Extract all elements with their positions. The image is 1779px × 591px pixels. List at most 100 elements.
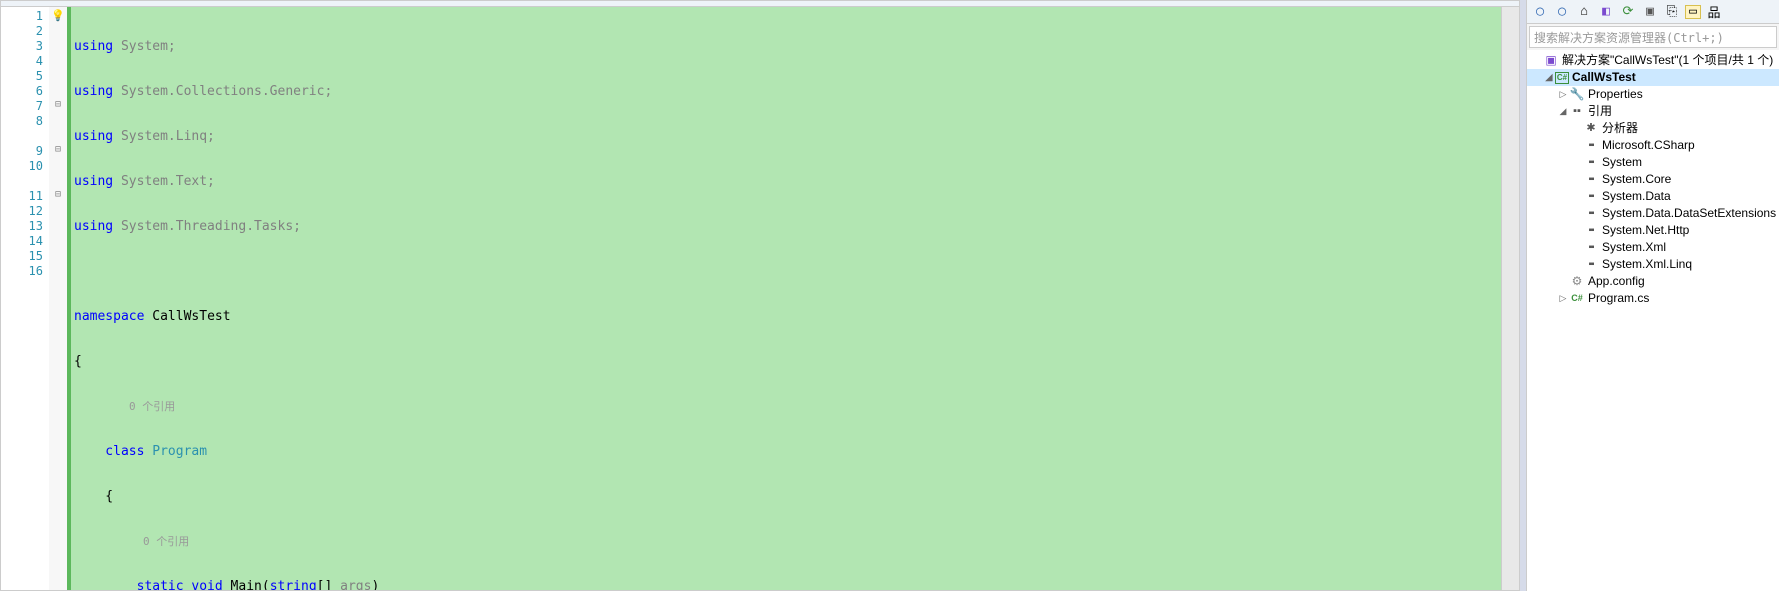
indicator-margin: 💡 ⊟ ⊟ ⊟: [49, 7, 67, 590]
line-number-gutter: 1 2 3 4 5 6 7 8 9 10 11 12 13 14 15 16: [1, 7, 49, 590]
code-text: CallWsTest: [144, 309, 230, 324]
expander-icon[interactable]: [1531, 52, 1543, 69]
kw-class: class: [74, 444, 152, 459]
search-placeholder: 搜索解决方案资源管理器(Ctrl+;): [1534, 29, 1724, 46]
collapse-all-icon[interactable]: 品: [1705, 3, 1723, 21]
line-num: 5: [1, 69, 43, 84]
assembly-icon: ▪▪: [1583, 156, 1599, 170]
properties-icon[interactable]: ◧: [1597, 3, 1615, 21]
ref-label: System.Net.Http: [1602, 222, 1689, 239]
properties-label: Properties: [1588, 86, 1643, 103]
assembly-icon: ▪▪: [1583, 258, 1599, 272]
solution-explorer: ◯ ◯ ⌂ ◧ ⟳ ▣ ⎘ ▭ 品 搜索解决方案资源管理器(Ctrl+;) ▣ …: [1526, 0, 1779, 591]
line-num: 8: [1, 114, 43, 129]
ref-label: System.Xml: [1602, 239, 1666, 256]
brace: {: [71, 354, 1501, 369]
code-text: System.Collections.Generic;: [113, 84, 332, 99]
ref-label: System: [1602, 154, 1642, 171]
fold-icon[interactable]: ⊟: [49, 144, 67, 159]
line-num: 6: [1, 84, 43, 99]
properties-node[interactable]: ▷ 🔧 Properties: [1527, 86, 1779, 103]
analyzer-node[interactable]: ✱ 分析器: [1527, 120, 1779, 137]
analyzer-label: 分析器: [1602, 120, 1638, 137]
project-node[interactable]: ◢ C# CallWsTest: [1527, 69, 1779, 86]
code-text: System;: [113, 39, 176, 54]
appconfig-label: App.config: [1588, 273, 1645, 290]
ref-label: System.Data.DataSetExtensions: [1602, 205, 1776, 222]
solution-node[interactable]: ▣ 解决方案"CallWsTest"(1 个项目/共 1 个): [1527, 52, 1779, 69]
cs-file-icon: C#: [1569, 292, 1585, 306]
sync-icon[interactable]: ⟳: [1619, 3, 1637, 21]
line-num: 12: [1, 204, 43, 219]
code-text: System.Text;: [113, 174, 215, 189]
code-content[interactable]: using System; using System.Collections.G…: [71, 7, 1501, 590]
reference-item[interactable]: ▪▪System.Data: [1527, 188, 1779, 205]
programcs-node[interactable]: ▷ C# Program.cs: [1527, 290, 1779, 307]
solution-label: 解决方案"CallWsTest"(1 个项目/共 1 个): [1562, 52, 1773, 69]
reference-item[interactable]: ▪▪System: [1527, 154, 1779, 171]
expander-icon[interactable]: ◢: [1543, 69, 1555, 86]
line-num: 9: [1, 144, 43, 159]
reference-item[interactable]: ▪▪System.Net.Http: [1527, 222, 1779, 239]
ref-label: System.Core: [1602, 171, 1671, 188]
line-num: 10: [1, 159, 43, 174]
csproj-icon: C#: [1555, 72, 1569, 84]
kw-namespace: namespace: [74, 309, 144, 324]
kw-using: using: [74, 84, 113, 99]
reference-item[interactable]: ▪▪Microsoft.CSharp: [1527, 137, 1779, 154]
expander-icon[interactable]: ▷: [1557, 86, 1569, 103]
line-num: 14: [1, 234, 43, 249]
method-main: Main: [231, 579, 262, 590]
solution-icon: ▣: [1543, 54, 1559, 68]
home-icon[interactable]: ⌂: [1575, 3, 1593, 21]
references-label: 引用: [1588, 103, 1612, 120]
code-text: System.Linq;: [113, 129, 215, 144]
kw-using: using: [74, 219, 113, 234]
forward-icon[interactable]: ◯: [1553, 3, 1571, 21]
reference-item[interactable]: ▪▪System.Data.DataSetExtensions: [1527, 205, 1779, 222]
view-icon[interactable]: ▭: [1685, 5, 1701, 19]
analyzer-icon: ✱: [1583, 122, 1599, 136]
solution-tree[interactable]: ▣ 解决方案"CallWsTest"(1 个项目/共 1 个) ◢ C# Cal…: [1527, 50, 1779, 591]
references-node[interactable]: ◢ ▪▪ 引用: [1527, 103, 1779, 120]
vertical-scrollbar[interactable]: [1501, 7, 1519, 590]
back-icon[interactable]: ◯: [1531, 3, 1549, 21]
ref-label: System.Data: [1602, 188, 1671, 205]
kw-using: using: [74, 129, 113, 144]
line-num: 13: [1, 219, 43, 234]
line-num: 15: [1, 249, 43, 264]
kw-static: static void: [74, 579, 231, 590]
line-num: 2: [1, 24, 43, 39]
assembly-icon: ▪▪: [1583, 241, 1599, 255]
assembly-icon: ▪▪: [1583, 173, 1599, 187]
wrench-icon: 🔧: [1569, 88, 1585, 102]
assembly-icon: ▪▪: [1583, 207, 1599, 221]
line-num: 4: [1, 54, 43, 69]
code-editor: 1 2 3 4 5 6 7 8 9 10 11 12 13 14 15 16 💡: [0, 0, 1520, 591]
show-all-icon[interactable]: ▣: [1641, 3, 1659, 21]
appconfig-node[interactable]: ⚙ App.config: [1527, 273, 1779, 290]
assembly-icon: ▪▪: [1583, 224, 1599, 238]
fold-icon[interactable]: ⊟: [49, 189, 67, 204]
reference-item[interactable]: ▪▪System.Xml: [1527, 239, 1779, 256]
type-program: Program: [152, 444, 207, 459]
code-area[interactable]: 1 2 3 4 5 6 7 8 9 10 11 12 13 14 15 16 💡: [1, 7, 1519, 590]
kw-using: using: [74, 174, 113, 189]
reference-item[interactable]: ▪▪System.Core: [1527, 171, 1779, 188]
config-icon: ⚙: [1569, 275, 1585, 289]
assembly-icon: ▪▪: [1583, 139, 1599, 153]
expander-icon[interactable]: ◢: [1557, 103, 1569, 120]
lightbulb-icon[interactable]: 💡: [49, 9, 67, 24]
reference-item[interactable]: ▪▪System.Xml.Linq: [1527, 256, 1779, 273]
references-icon: ▪▪: [1569, 105, 1585, 119]
search-input[interactable]: 搜索解决方案资源管理器(Ctrl+;): [1529, 26, 1777, 48]
expander-icon[interactable]: ▷: [1557, 290, 1569, 307]
fold-icon[interactable]: ⊟: [49, 99, 67, 114]
line-num: 16: [1, 264, 43, 279]
brace: {: [71, 489, 1501, 504]
ref-label: Microsoft.CSharp: [1602, 137, 1695, 154]
codelens[interactable]: 0 个引用: [71, 399, 1501, 414]
properties-page-icon[interactable]: ⎘: [1663, 3, 1681, 21]
codelens[interactable]: 0 个引用: [71, 534, 1501, 549]
kw-using: using: [74, 39, 113, 54]
